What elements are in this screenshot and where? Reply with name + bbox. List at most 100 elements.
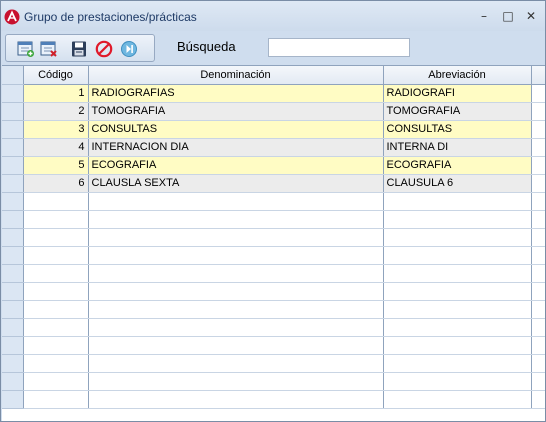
cell-codigo[interactable]: [23, 246, 89, 265]
cell-codigo[interactable]: 3: [23, 120, 89, 139]
cell-denominacion[interactable]: TOMOGRAFIA: [88, 102, 384, 121]
cell-abreviacion[interactable]: INTERNA DI: [383, 138, 532, 157]
cell-denominacion[interactable]: [88, 282, 384, 301]
row-selector[interactable]: [2, 138, 24, 157]
cell-codigo[interactable]: [23, 282, 89, 301]
maximize-button[interactable]: □: [499, 8, 517, 24]
cell-abreviacion[interactable]: [383, 354, 532, 373]
column-header-denominacion[interactable]: Denominación: [88, 66, 384, 85]
cell-codigo[interactable]: 1: [23, 84, 89, 103]
cell-codigo[interactable]: 5: [23, 156, 89, 175]
row-selector[interactable]: [2, 174, 24, 193]
cell-codigo[interactable]: [23, 228, 89, 247]
cell-abreviacion[interactable]: [383, 228, 532, 247]
row-selector[interactable]: [2, 192, 24, 211]
row-selector[interactable]: [2, 300, 24, 319]
empty-row[interactable]: [2, 390, 545, 409]
column-header-abreviacion[interactable]: Abreviación: [383, 66, 532, 85]
cell-denominacion[interactable]: ECOGRAFIA: [88, 156, 384, 175]
cell-abreviacion[interactable]: [383, 210, 532, 229]
row-selector[interactable]: [2, 102, 24, 121]
cell-denominacion[interactable]: [88, 318, 384, 337]
empty-row[interactable]: [2, 192, 545, 211]
delete-record-icon[interactable]: [40, 40, 58, 58]
close-button[interactable]: ✕: [522, 8, 540, 24]
data-grid[interactable]: Código Denominación Abreviación 1 RADIOGR…: [2, 65, 545, 421]
row-selector[interactable]: [2, 84, 24, 103]
cell-abreviacion[interactable]: RADIOGRAFI: [383, 84, 532, 103]
cell-codigo[interactable]: [23, 300, 89, 319]
cell-codigo[interactable]: 2: [23, 102, 89, 121]
cell-denominacion[interactable]: [88, 390, 384, 409]
cell-abreviacion[interactable]: CONSULTAS: [383, 120, 532, 139]
cell-abreviacion[interactable]: [383, 192, 532, 211]
cell-codigo[interactable]: [23, 372, 89, 391]
cell-denominacion[interactable]: CONSULTAS: [88, 120, 384, 139]
table-row[interactable]: 6 CLAUSLA SEXTA CLAUSULA 6: [2, 174, 545, 193]
row-selector[interactable]: [2, 156, 24, 175]
cell-abreviacion[interactable]: [383, 318, 532, 337]
cell-abreviacion[interactable]: [383, 390, 532, 409]
table-row[interactable]: 5 ECOGRAFIA ECOGRAFIA: [2, 156, 545, 175]
cell-denominacion[interactable]: INTERNACION DIA: [88, 138, 384, 157]
cell-denominacion[interactable]: CLAUSLA SEXTA: [88, 174, 384, 193]
empty-row[interactable]: [2, 228, 545, 247]
save-icon[interactable]: [70, 40, 88, 58]
row-selector[interactable]: [2, 372, 24, 391]
row-selector[interactable]: [2, 120, 24, 139]
row-selector[interactable]: [2, 210, 24, 229]
cell-codigo[interactable]: [23, 264, 89, 283]
cell-abreviacion[interactable]: [383, 282, 532, 301]
table-row[interactable]: 2 TOMOGRAFIA TOMOGRAFIA: [2, 102, 545, 121]
cell-codigo[interactable]: [23, 210, 89, 229]
search-input[interactable]: [268, 38, 410, 57]
cell-codigo[interactable]: 4: [23, 138, 89, 157]
title-bar[interactable]: Grupo de prestaciones/prácticas – □ ✕: [1, 1, 545, 31]
cell-codigo[interactable]: 6: [23, 174, 89, 193]
cell-abreviacion[interactable]: [383, 264, 532, 283]
empty-row[interactable]: [2, 210, 545, 229]
cell-codigo[interactable]: [23, 354, 89, 373]
cell-abreviacion[interactable]: TOMOGRAFIA: [383, 102, 532, 121]
cell-denominacion[interactable]: [88, 246, 384, 265]
row-selector[interactable]: [2, 246, 24, 265]
cell-denominacion[interactable]: [88, 210, 384, 229]
cell-abreviacion[interactable]: [383, 246, 532, 265]
empty-row[interactable]: [2, 336, 545, 355]
row-selector[interactable]: [2, 354, 24, 373]
cell-abreviacion[interactable]: [383, 372, 532, 391]
empty-row[interactable]: [2, 282, 545, 301]
cell-denominacion[interactable]: RADIOGRAFIAS: [88, 84, 384, 103]
exit-icon[interactable]: [120, 40, 138, 58]
row-selector[interactable]: [2, 390, 24, 409]
empty-row[interactable]: [2, 318, 545, 337]
cell-denominacion[interactable]: [88, 300, 384, 319]
cell-denominacion[interactable]: [88, 192, 384, 211]
column-header-codigo[interactable]: Código: [23, 66, 89, 85]
row-selector[interactable]: [2, 318, 24, 337]
row-selector[interactable]: [2, 228, 24, 247]
cell-abreviacion[interactable]: [383, 336, 532, 355]
row-selector[interactable]: [2, 282, 24, 301]
empty-row[interactable]: [2, 264, 545, 283]
empty-row[interactable]: [2, 354, 545, 373]
cell-abreviacion[interactable]: CLAUSULA 6: [383, 174, 532, 193]
empty-row[interactable]: [2, 300, 545, 319]
cell-denominacion[interactable]: [88, 336, 384, 355]
cell-codigo[interactable]: [23, 390, 89, 409]
row-selector[interactable]: [2, 264, 24, 283]
cell-abreviacion[interactable]: [383, 300, 532, 319]
table-row[interactable]: 4 INTERNACION DIA INTERNA DI: [2, 138, 545, 157]
cancel-icon[interactable]: [95, 40, 113, 58]
minimize-button[interactable]: –: [475, 8, 493, 24]
empty-row[interactable]: [2, 372, 545, 391]
cell-codigo[interactable]: [23, 192, 89, 211]
cell-denominacion[interactable]: [88, 264, 384, 283]
cell-codigo[interactable]: [23, 336, 89, 355]
empty-row[interactable]: [2, 246, 545, 265]
new-record-icon[interactable]: [17, 40, 35, 58]
cell-abreviacion[interactable]: ECOGRAFIA: [383, 156, 532, 175]
cell-denominacion[interactable]: [88, 228, 384, 247]
table-row[interactable]: 1 RADIOGRAFIAS RADIOGRAFI: [2, 84, 545, 103]
table-row[interactable]: 3 CONSULTAS CONSULTAS: [2, 120, 545, 139]
